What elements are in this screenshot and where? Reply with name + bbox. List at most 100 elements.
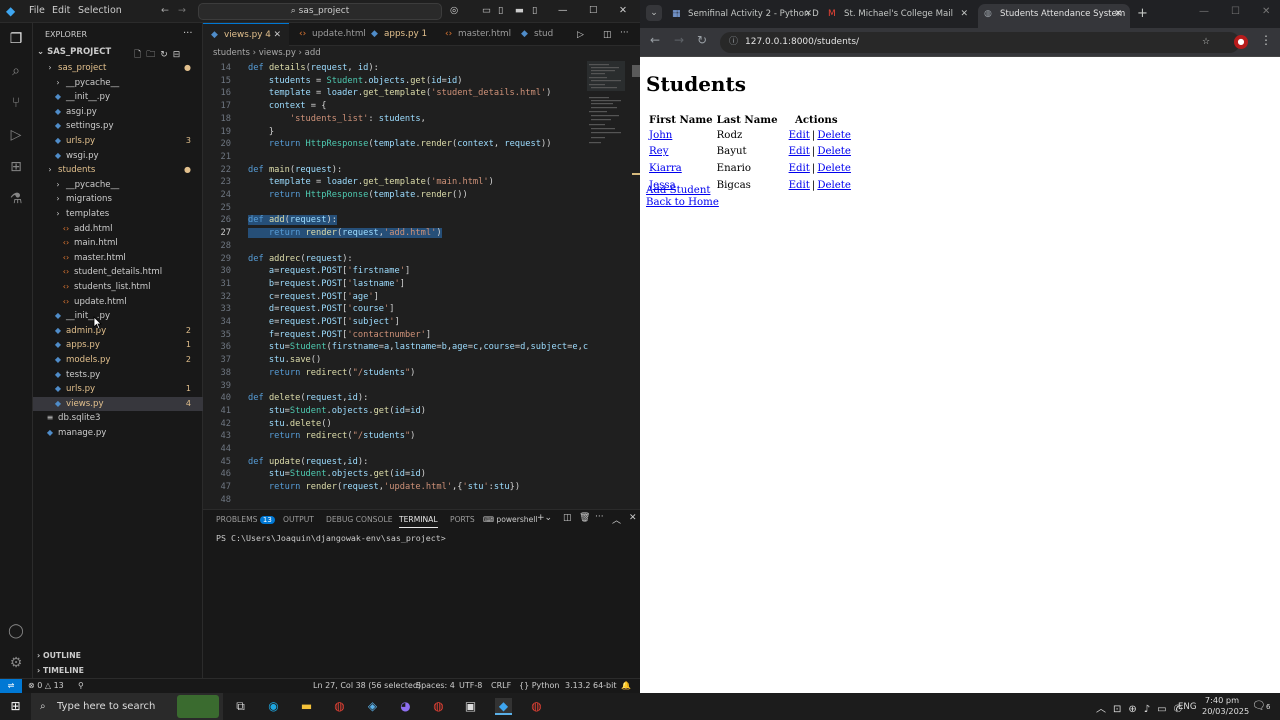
student-name-link[interactable]: John	[649, 130, 672, 141]
windows-start-icon[interactable]: ⊞	[7, 698, 24, 715]
browser-tab[interactable]: M St. Michael's College Mail ✕	[822, 4, 976, 28]
close-tab-icon[interactable]: ✕	[1114, 4, 1122, 24]
steam-icon[interactable]: ◈	[364, 698, 381, 715]
scrollbar-thumb[interactable]	[632, 65, 640, 77]
tab-debug-console[interactable]: DEBUG CONSOLE	[326, 515, 393, 524]
delete-link[interactable]: Delete	[817, 163, 851, 174]
tree-file[interactable]: ‹› update.html	[33, 295, 203, 310]
back-to-home-link[interactable]: Back to Home	[646, 197, 719, 208]
tab-terminal[interactable]: TERMINAL	[399, 515, 438, 528]
close-tab-icon[interactable]: ✕	[804, 4, 812, 24]
code-line[interactable]: 19 }	[203, 126, 583, 139]
tree-folder[interactable]: › __pycache__	[33, 178, 203, 193]
tree-folder[interactable]: › templates	[33, 207, 203, 222]
close-tab-icon[interactable]: ✕	[960, 4, 968, 24]
terminal-shell-selector[interactable]: ⌨ powershell	[483, 515, 538, 524]
edit-link[interactable]: Edit	[789, 163, 810, 174]
code-line[interactable]: 43 return redirect("/students")	[203, 430, 583, 443]
code-line[interactable]: 27 return render(request,'add.html')	[203, 227, 583, 240]
bookmark-star-icon[interactable]: ☆	[1202, 32, 1210, 53]
code-line[interactable]: 30 a=request.POST['firstname']	[203, 265, 583, 278]
outline-section[interactable]: › OUTLINE	[37, 651, 81, 660]
forward-arrow-icon[interactable]: →	[674, 33, 684, 47]
minimize-icon[interactable]: —	[558, 5, 568, 16]
chrome-icon[interactable]: ◍	[331, 698, 348, 715]
split-terminal-icon[interactable]: ◫	[563, 513, 572, 523]
delete-link[interactable]: Delete	[817, 130, 851, 141]
tab-search-icon[interactable]: ⌄	[646, 5, 662, 21]
tree-file[interactable]: ◆ tests.py	[33, 368, 203, 383]
edit-link[interactable]: Edit	[789, 130, 810, 141]
menu-edit[interactable]: Edit	[52, 5, 70, 16]
tree-file[interactable]: ≡ db.sqlite3	[33, 411, 203, 426]
testing-icon[interactable]: ⚗	[7, 190, 25, 208]
taskbar-search[interactable]: ⌕ Type here to search	[31, 693, 223, 720]
code-line[interactable]: 18 'students_list': students,	[203, 113, 583, 126]
code-line[interactable]: 31 b=request.POST['lastname']	[203, 278, 583, 291]
editor-tab[interactable]: ‹› update.html	[291, 23, 366, 46]
code-line[interactable]: 15 students = Student.objects.get(id=id)	[203, 75, 583, 88]
code-line[interactable]: 45 def update(request,id):	[203, 456, 583, 469]
code-line[interactable]: 40 def delete(request,id):	[203, 392, 583, 405]
code-line[interactable]: 35 f=request.POST['contactnumber']	[203, 329, 583, 342]
code-line[interactable]: 47 return render(request,'update.html',{…	[203, 481, 583, 494]
browser-close-icon[interactable]: ✕	[1262, 6, 1270, 17]
timeline-section[interactable]: › TIMELINE	[37, 666, 84, 675]
layout-icon[interactable]: ▭	[482, 5, 491, 16]
tree-file[interactable]: ‹› master.html	[33, 251, 203, 266]
editor-more-icon[interactable]: ···	[620, 28, 629, 38]
tree-file[interactable]: ◆ manage.py	[33, 426, 203, 441]
code-line[interactable]: 24 return HttpResponse(template.render()…	[203, 189, 583, 202]
breadcrumb[interactable]: students › views.py › add	[203, 46, 640, 61]
editor-scrollbar[interactable]	[632, 61, 640, 509]
toggle-sidebar-icon[interactable]: ▯	[498, 5, 503, 16]
browser-tab[interactable]: ◍ Students Attendance System ✕	[978, 4, 1130, 28]
profile-avatar[interactable]: ●	[1234, 35, 1248, 49]
tree-file[interactable]: ‹› main.html	[33, 236, 203, 251]
code-line[interactable]: 17 context = {	[203, 100, 583, 113]
code-line[interactable]: 32 c=request.POST['age']	[203, 291, 583, 304]
cursor-position[interactable]: Ln 27, Col 38 (56 selected)	[313, 679, 421, 693]
menu-selection[interactable]: Selection	[78, 5, 122, 16]
tree-file[interactable]: ‹› student_details.html	[33, 265, 203, 280]
code-line[interactable]: 14 def details(request, id):	[203, 62, 583, 75]
indentation[interactable]: Spaces: 4	[416, 679, 455, 693]
encoding[interactable]: UTF-8	[459, 679, 482, 693]
search-icon[interactable]: ⌕	[7, 62, 25, 80]
tree-folder[interactable]: › __pycache__	[33, 76, 203, 91]
tree-file[interactable]: ‹› add.html	[33, 222, 203, 237]
tree-file[interactable]: ◆ admin.py 2	[33, 324, 203, 339]
command-center-search[interactable]: ⌕ sas_project	[198, 3, 442, 20]
notifications-bell-icon[interactable]: 🔔	[621, 679, 631, 693]
remote-indicator-icon[interactable]: ⇌	[0, 679, 22, 693]
code-line[interactable]: 39	[203, 380, 583, 393]
delete-link[interactable]: Delete	[817, 146, 851, 157]
tree-file[interactable]: ◆ apps.py 1	[33, 338, 203, 353]
tab-ports[interactable]: PORTS	[450, 515, 475, 524]
forward-arrow-icon[interactable]: →	[178, 5, 186, 16]
tree-file[interactable]: ◆ urls.py 1	[33, 382, 203, 397]
editor-tab[interactable]: ◆ views.py 4 ✕	[203, 23, 289, 46]
browser-maximize-icon[interactable]: ☐	[1231, 6, 1240, 17]
discord-icon[interactable]: ◕	[397, 698, 414, 715]
vscode-taskbar-icon[interactable]: ◆	[495, 698, 512, 715]
tab-problems[interactable]: PROBLEMS 13	[216, 515, 275, 524]
split-editor-icon[interactable]: ◫	[603, 30, 612, 40]
tree-file[interactable]: ◆ __init__.py	[33, 309, 203, 324]
student-name-link[interactable]: Kiarra	[649, 163, 682, 174]
extensions-icon[interactable]: ⊞	[7, 158, 25, 176]
close-icon[interactable]: ✕	[619, 5, 627, 16]
settings-gear-icon[interactable]: ⚙	[7, 654, 25, 672]
tree-file[interactable]: ◆ settings.py	[33, 119, 203, 134]
code-line[interactable]: 20 return HttpResponse(template.render(c…	[203, 138, 583, 151]
student-name-link[interactable]: Rey	[649, 146, 668, 157]
line-ending[interactable]: CRLF	[491, 679, 511, 693]
code-line[interactable]: 34 e=request.POST['subject']	[203, 316, 583, 329]
code-line[interactable]: 29 def addrec(request):	[203, 253, 583, 266]
terminal-app-icon[interactable]: ▣	[462, 698, 479, 715]
run-python-icon[interactable]: ▷	[577, 30, 584, 40]
toggle-secondary-sidebar-icon[interactable]: ▯	[532, 5, 537, 16]
code-line[interactable]: 23 template = loader.get_template('main.…	[203, 176, 583, 189]
clock[interactable]: 7:40 pm 20/03/2025	[1202, 695, 1249, 717]
edit-link[interactable]: Edit	[789, 180, 810, 191]
